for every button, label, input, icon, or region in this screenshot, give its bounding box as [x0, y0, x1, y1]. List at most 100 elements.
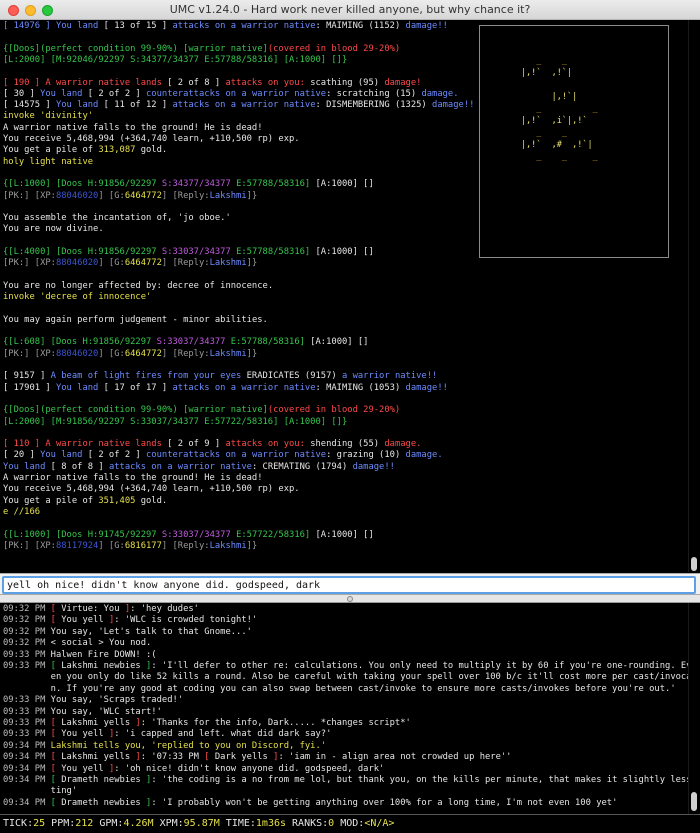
status-segment: 1m36s: [255, 818, 287, 829]
text-span: ] [Reply:: [161, 540, 210, 551]
text-span: : MAIMING (1053): [315, 382, 406, 393]
output-line: {[Doos](perfect condition 99-90%) [warri…: [3, 44, 400, 55]
text-span: (covered in blood 29-20%): [267, 405, 401, 416]
command-input[interactable]: [2, 576, 696, 594]
text-span: A beam of light fires from your eyes: [50, 371, 247, 382]
text-span: : 'iam in - align area not crowded up he…: [278, 752, 512, 763]
text-span: {[Doos]: [3, 405, 41, 416]
chat-scroll-thumb[interactable]: [691, 792, 697, 811]
text-span: 09:34 PM: [3, 775, 51, 785]
text-span: : 'oh nice! didn't know anyone did. gods…: [114, 763, 385, 774]
text-span: You say, 'Let's talk to that Gnome...': [50, 626, 252, 637]
text-span: You receive 5,468,994 (+364,740 learn, +…: [3, 134, 300, 144]
text-span: H:91745/92297: [87, 529, 162, 540]
output-line: [ 14976 ] You land [ 13 of 15 ] attacks …: [3, 21, 448, 32]
text-span: damage.: [405, 450, 443, 461]
text-span: : 'hey dudes': [130, 604, 199, 614]
chat-line: 09:32 PM < social > You nod.: [3, 638, 151, 649]
pane-splitter[interactable]: [0, 595, 700, 603]
text-span: S:34377/34377: [161, 179, 237, 190]
text-span: ] [G:: [98, 190, 125, 201]
text-span: [ 11 of 12 ]: [103, 100, 173, 111]
chat-scrollbar[interactable]: [688, 603, 700, 814]
text-span: 09:33 PM: [3, 649, 51, 660]
text-span: 6464772: [124, 348, 162, 359]
text-span: : 'Thanks for the info, Dark..... *chang…: [140, 718, 411, 728]
text-span: ]}: [246, 190, 258, 201]
text-span: [: [50, 661, 62, 671]
map-row: |,!`|: [480, 92, 578, 102]
text-span: [ 2 of 2 ]: [87, 450, 147, 461]
text-span: [: [50, 797, 62, 808]
text-span: 88046020: [55, 258, 99, 269]
text-span: [ 2 of 9 ]: [167, 439, 226, 450]
map-row: _ _: [480, 56, 567, 66]
output-scroll-thumb[interactable]: [691, 557, 697, 571]
text-span: scathing (95): [310, 77, 385, 88]
output-line: You receive 5,468,994 (+364,740 learn, +…: [3, 484, 300, 495]
text-span: : '07:33 PM: [140, 752, 205, 763]
output-line: [ 14575 ] You land [ 11 of 12 ] attacks …: [3, 100, 474, 111]
text-span: {[L:1000] [Doos: [3, 529, 88, 540]
output-line: [PK:] [XP:88046020] [G:6464772] [Reply:L…: [3, 191, 257, 202]
output-line: [ 30 ] You land [ 2 of 2 ] counterattack…: [3, 89, 459, 100]
window-title: UMC v1.24.0 - Hard work never killed any…: [169, 3, 531, 16]
output-line: e //166: [3, 507, 40, 518]
text-span: gold.: [135, 495, 168, 506]
text-span: damage!: [384, 77, 422, 88]
output-line: [L:2000] [M:91856/92297 S:33037/34377 E:…: [3, 417, 347, 428]
status-segment: 25: [33, 818, 46, 829]
text-span: S:33037/34377: [156, 337, 231, 348]
text-span: [PK:] [XP:: [3, 258, 56, 269]
text-span: [ 8 of 8 ]: [50, 461, 109, 472]
text-span: : You: [93, 604, 125, 614]
output-line: You get a pile of 313,087 gold.: [3, 145, 167, 156]
output-line: {[L:608] [Doos H:91856/92297 S:33037/343…: [3, 337, 368, 348]
text-span: [: [50, 718, 62, 728]
text-span: : scratching (15): [326, 88, 422, 99]
splitter-grip-icon[interactable]: [347, 596, 353, 602]
text-span: 09:33 PM: [3, 661, 51, 671]
text-span: 09:33 PM: [3, 729, 51, 740]
output-line: [ 110 ] A warrior native lands [ 2 of 9 …: [3, 439, 421, 450]
title-bar: UMC v1.24.0 - Hard work never killed any…: [0, 0, 700, 20]
text-span: {[L:1000] [Doos: [3, 179, 88, 190]
status-segment: 4.26M: [123, 818, 154, 829]
text-span: 6464772: [124, 190, 162, 201]
text-span: You are now divine.: [3, 224, 104, 235]
text-span: attacks on you:: [225, 439, 311, 450]
output-line: [PK:] [XP:88046020] [G:6464772] [Reply:L…: [3, 258, 257, 269]
output-scrollbar[interactable]: [688, 20, 700, 572]
text-span: attacks on a warrior native: [172, 21, 316, 31]
text-span: : grazing (10): [326, 450, 406, 461]
text-span: 09:32 PM: [3, 604, 51, 614]
text-span: [: [50, 775, 62, 785]
text-span: ]}: [246, 348, 258, 359]
text-span: [: [50, 615, 62, 626]
text-span: attacks on a warrior native: [172, 100, 316, 111]
text-span: gold.: [135, 145, 168, 156]
text-span: You get a pile of: [3, 145, 99, 156]
status-bar: TICK:25 PPM:212 GPM:4.26M XPM:95.87M TIM…: [0, 814, 700, 833]
text-span: : CREMATING (1794): [251, 461, 353, 472]
text-span: [ 20 ]: [3, 450, 41, 461]
text-span: : MAIMING (1152): [315, 21, 406, 31]
map-row: _ _: [480, 128, 567, 138]
text-span: (perfect condition 99-90%): [40, 405, 184, 416]
text-span: You land: [55, 382, 104, 393]
text-span: e //166: [3, 506, 41, 517]
text-span: : 'WLC is crowded tonight!': [114, 615, 258, 626]
text-span: : 'I probably won't be getting anything …: [151, 797, 618, 808]
text-span: Drameth newbies: [61, 775, 147, 785]
text-span: S:33037/34377: [161, 529, 237, 540]
text-span: A warrior native lands: [45, 77, 168, 88]
status-segment: TICK:: [3, 818, 34, 829]
text-span: attacks on you:: [225, 77, 311, 88]
text-span: You may again perform: [3, 314, 120, 325]
text-span: ]}: [246, 258, 258, 269]
output-line: [ 20 ] You land [ 2 of 2 ] counterattack…: [3, 450, 443, 461]
text-span: H:91856/92297: [87, 247, 162, 257]
map-row: _ _: [480, 104, 598, 114]
text-span: Dark yells: [214, 752, 274, 763]
text-span: [ 17 of 17 ]: [103, 382, 173, 393]
